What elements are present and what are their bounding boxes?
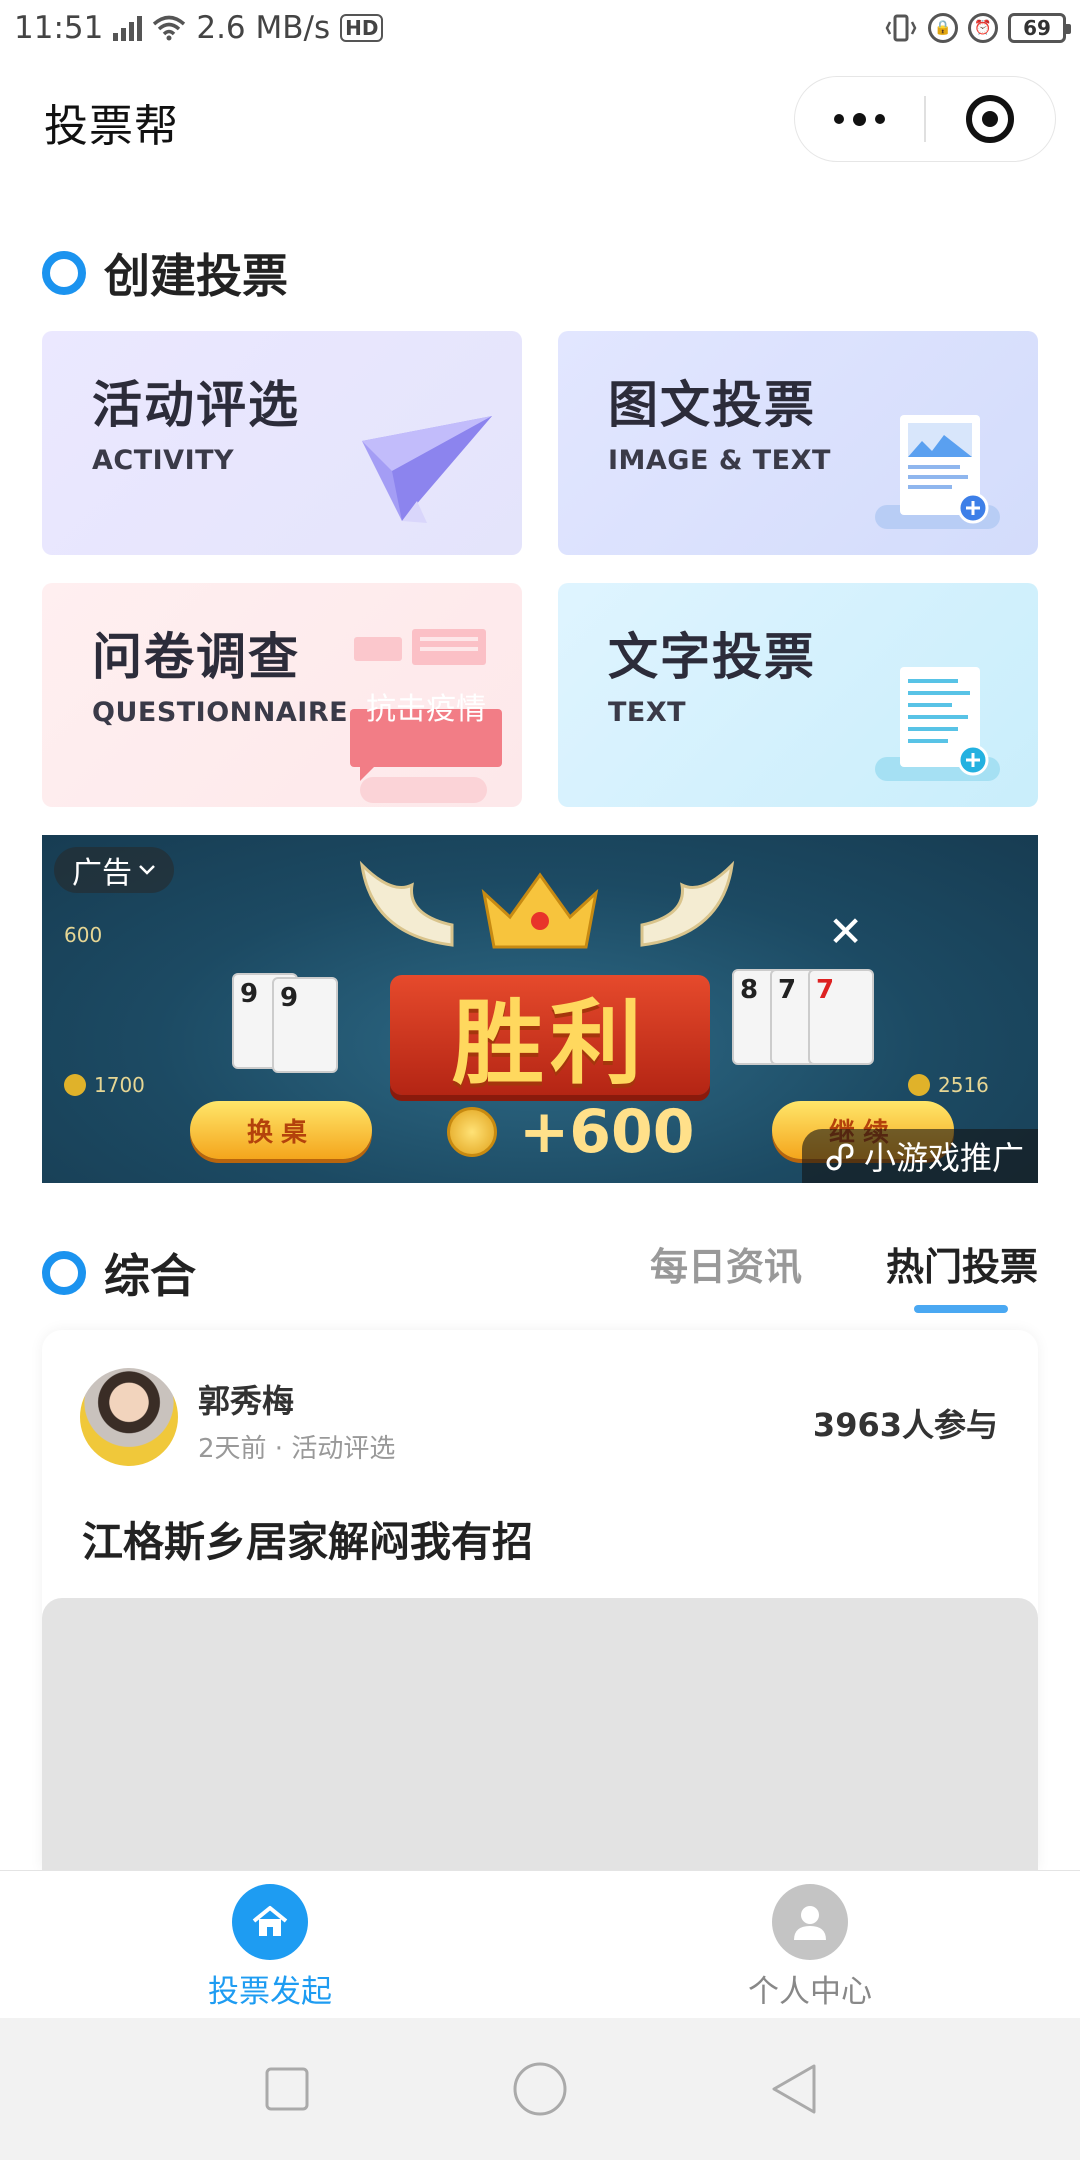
vote-cover-image bbox=[42, 1598, 1038, 1870]
home-button[interactable] bbox=[500, 2049, 580, 2129]
system-navigation-bar bbox=[0, 2018, 1080, 2160]
ad-score-right: 2516 bbox=[908, 1073, 989, 1097]
create-section-title: 创建投票 bbox=[104, 249, 288, 303]
vibrate-icon bbox=[884, 13, 918, 43]
tab-daily-news[interactable]: 每日资讯 bbox=[650, 1236, 802, 1291]
tabbar-label-profile: 个人中心 bbox=[748, 1974, 872, 2010]
text-document-icon bbox=[875, 667, 1000, 781]
signal-icon bbox=[113, 15, 143, 41]
vote-item-card[interactable]: 郭秀梅 2天前 · 活动评选 3963人参与 江格斯乡居家解闷我有招 bbox=[42, 1330, 1038, 1870]
coin-icon bbox=[447, 1107, 497, 1157]
battery-icon: 69 bbox=[1008, 13, 1071, 43]
bottom-tab-bar: 投票发起 个人中心 bbox=[0, 1870, 1080, 2018]
title-bar: 投票帮 bbox=[0, 60, 1080, 184]
alarm-icon: ⏰ bbox=[968, 13, 998, 43]
questionnaire-badge: 抗击疫情 bbox=[366, 692, 486, 727]
mini-game-promo[interactable]: 小游戏推广 bbox=[801, 1129, 1038, 1183]
target-close-icon[interactable] bbox=[926, 77, 1055, 161]
image-text-card[interactable]: 图文投票 IMAGE & TEXT bbox=[558, 331, 1038, 555]
ad-tag-label: 广告 bbox=[72, 856, 132, 891]
status-right: 🔒 ⏰ 69 bbox=[884, 13, 1071, 43]
wing-icon bbox=[359, 860, 454, 947]
mini-game-promo-label: 小游戏推广 bbox=[863, 1139, 1024, 1177]
chevron-down-icon bbox=[139, 865, 155, 875]
ad-banner-title: 胜利 bbox=[451, 989, 648, 1097]
ad-banner[interactable]: 600 1700 2516 9 9 8 7 7 胜利 +600 换桌 继续 广告… bbox=[42, 835, 1038, 1183]
recent-apps-button[interactable] bbox=[247, 2049, 327, 2129]
ad-score-left: 1700 bbox=[64, 1073, 145, 1097]
crown-icon bbox=[481, 872, 599, 949]
back-button[interactable] bbox=[753, 2049, 833, 2129]
tabbar-item-profile[interactable]: 个人中心 bbox=[540, 1871, 1080, 2018]
ad-tag[interactable]: 广告 bbox=[54, 847, 174, 893]
ad-reward-value: +600 bbox=[519, 1097, 695, 1167]
status-time: 11:51 bbox=[14, 10, 104, 46]
tabbar-label-create: 投票发起 bbox=[208, 1974, 332, 2010]
wifi-icon bbox=[152, 15, 186, 41]
ad-ribbon: 胜利 bbox=[390, 975, 710, 1097]
circle-icon bbox=[513, 2062, 567, 2116]
questionnaire-card[interactable]: 问卷调查 QUESTIONNAIRE 抗击疫情 bbox=[42, 583, 522, 807]
ad-score-top: 600 bbox=[64, 923, 103, 947]
text-card[interactable]: 文字投票 TEXT bbox=[558, 583, 1038, 807]
tab-hot-votes[interactable]: 热门投票 bbox=[886, 1236, 1038, 1313]
user-icon bbox=[772, 1884, 848, 1960]
link-icon bbox=[826, 1143, 854, 1171]
paper-plane-icon bbox=[362, 416, 492, 523]
wing-icon bbox=[640, 860, 735, 947]
image-document-icon bbox=[875, 415, 1000, 529]
avatar bbox=[80, 1368, 178, 1466]
network-speed: 2.6 MB/s bbox=[196, 10, 331, 46]
vote-meta: 2天前 · 活动评选 bbox=[198, 1434, 396, 1464]
tabbar-item-create[interactable]: 投票发起 bbox=[0, 1871, 540, 2018]
back-triangle-icon bbox=[772, 2064, 816, 2114]
activity-card[interactable]: 活动评选 ACTIVITY bbox=[42, 331, 522, 555]
feed-tabs: 每日资讯 热门投票 bbox=[650, 1236, 1038, 1313]
square-icon bbox=[265, 2067, 309, 2111]
more-dots-icon[interactable] bbox=[795, 77, 924, 161]
home-icon bbox=[232, 1884, 308, 1960]
ad-playing-card: 7 bbox=[808, 969, 874, 1065]
status-left: 11:51 2.6 MB/s HD bbox=[14, 10, 384, 46]
hd-icon: HD bbox=[340, 14, 384, 42]
vote-title: 江格斯乡居家解闷我有招 bbox=[82, 1518, 533, 1566]
ring-icon bbox=[42, 1251, 86, 1295]
create-section-header: 创建投票 bbox=[42, 240, 288, 306]
ad-close-icon[interactable]: ✕ bbox=[828, 907, 863, 956]
ad-reward: +600 bbox=[447, 1097, 695, 1167]
status-bar: 11:51 2.6 MB/s HD 🔒 ⏰ 69 bbox=[0, 0, 1080, 56]
feed-section-header: 综合 bbox=[42, 1240, 196, 1306]
mini-program-capsule bbox=[794, 76, 1056, 162]
lock-rotation-icon: 🔒 bbox=[928, 13, 958, 43]
ring-icon bbox=[42, 251, 86, 295]
feed-section-title: 综合 bbox=[104, 1249, 196, 1303]
app-title: 投票帮 bbox=[44, 101, 179, 152]
ad-switch-table-button[interactable]: 换桌 bbox=[190, 1101, 372, 1159]
vote-author: 郭秀梅 bbox=[198, 1382, 295, 1420]
vote-participants: 3963人参与 bbox=[812, 1406, 998, 1444]
ad-playing-card: 9 bbox=[272, 977, 338, 1073]
